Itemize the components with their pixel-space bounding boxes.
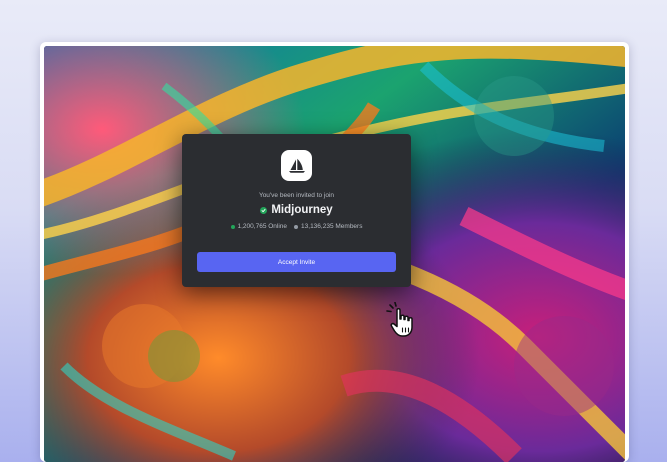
online-count: 1,200,765 Online <box>237 223 288 230</box>
members-dot-icon <box>294 224 299 229</box>
member-count: 13,136,235 Members <box>301 223 363 230</box>
invite-card: You've been invited to join Midjourney 1… <box>182 134 411 287</box>
members-stat: 13,136,235 Members <box>294 223 362 230</box>
invite-intro-text: You've been invited to join <box>258 192 335 199</box>
accept-invite-button[interactable]: Accept Invite <box>197 252 396 272</box>
check-icon <box>260 206 268 214</box>
hand-pointer-icon <box>386 301 418 338</box>
online-stat: 1,200,765 Online <box>230 223 288 230</box>
online-dot-icon <box>230 224 235 229</box>
server-name: Midjourney <box>271 204 333 216</box>
sailboat-logo-icon <box>281 150 312 181</box>
server-stats: 1,200,765 Online 13,136,235 Members <box>182 223 411 230</box>
server-title-row: Midjourney <box>182 204 411 216</box>
